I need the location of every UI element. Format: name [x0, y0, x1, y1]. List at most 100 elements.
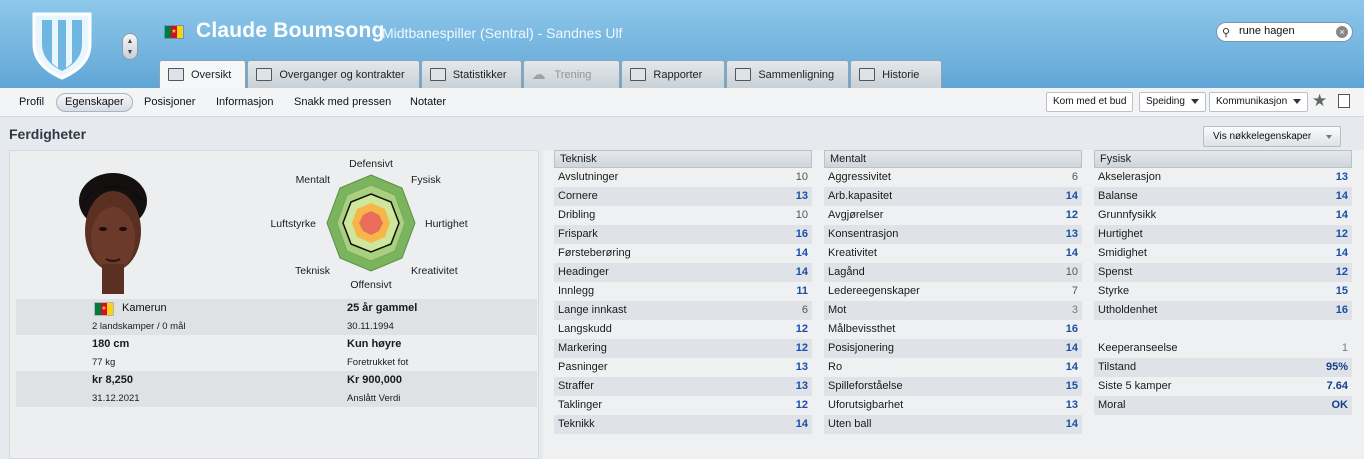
attribute-row[interactable]: Ledereegenskaper 7 [824, 282, 1082, 301]
attribute-name: Keeperanseelse [1098, 342, 1178, 354]
attribute-row[interactable]: Mot 3 [824, 301, 1082, 320]
attribute-row[interactable]: Målbevissthet 16 [824, 320, 1082, 339]
mental-attributes: Mentalt Aggressivitet 6 Arb.kapasitet 14 Avg… [824, 150, 1082, 434]
clear-search-icon[interactable]: × [1336, 26, 1348, 38]
radar-label-hurtighet: Hurtighet [425, 218, 468, 230]
header-bar: ▲ ▼ Claude Boumsong Midtbanespiller (Sen… [0, 0, 1364, 88]
attribute-row[interactable]: Frispark 16 [554, 225, 812, 244]
tab-rapporter[interactable]: Rapporter [621, 60, 726, 88]
attribute-row[interactable]: Balanse 14 [1094, 187, 1352, 206]
attribute-row[interactable]: Markering 12 [554, 339, 812, 358]
tab-overganger[interactable]: Overganger og kontrakter [247, 60, 420, 88]
attribute-name: Ledereegenskaper [828, 285, 920, 297]
subnav-egenskaper[interactable]: Egenskaper [56, 93, 133, 112]
radar-label-offensivt: Offensivt [350, 279, 391, 291]
communication-button[interactable]: Kommunikasjon [1209, 92, 1309, 112]
star-icon[interactable]: ★ [1312, 91, 1327, 111]
attribute-row[interactable]: Teknikk 14 [554, 415, 812, 434]
technical-header: Teknisk [554, 150, 812, 168]
attribute-row[interactable]: Innlegg 11 [554, 282, 812, 301]
estimated-value-label: Anslått Verdi [347, 393, 401, 404]
subnav-informasjon[interactable]: Informasjon [208, 93, 281, 112]
info-row-physical: 180 cm 77 kg Kun høyre Foretrukket fot [16, 335, 537, 371]
attribute-name: Lange innkast [558, 304, 627, 316]
attribute-value: 13 [1065, 228, 1078, 240]
subnav-profil[interactable]: Profil [11, 93, 52, 112]
radar-label-defensivt: Defensivt [349, 158, 393, 170]
attribute-value: 10 [795, 171, 808, 183]
stepper-up-icon[interactable]: ▲ [123, 37, 137, 47]
attribute-row[interactable]: Langskudd 12 [554, 320, 812, 339]
attribute-value: 12 [795, 323, 808, 335]
tab-oversikt[interactable]: Oversikt [159, 60, 247, 88]
attribute-name: Headinger [558, 266, 609, 278]
attribute-row[interactable]: Hurtighet 12 [1094, 225, 1352, 244]
attribute-row[interactable]: Spilleforståelse 15 [824, 377, 1082, 396]
attribute-row[interactable]: Smidighet 14 [1094, 244, 1352, 263]
attribute-row[interactable]: Uforutsigbarhet 13 [824, 396, 1082, 415]
radar-label-mentalt: Mentalt [296, 174, 331, 186]
attribute-row[interactable]: Grunnfysikk 14 [1094, 206, 1352, 225]
physical-header: Fysisk [1094, 150, 1352, 168]
player-stepper[interactable]: ▲ ▼ [122, 33, 138, 60]
attribute-row[interactable]: Straffer 13 [554, 377, 812, 396]
attribute-value: 12 [795, 399, 808, 411]
attribute-value: 14 [1065, 418, 1078, 430]
make-offer-button[interactable]: Kom med et bud [1046, 92, 1134, 112]
radar-label-fysisk: Fysisk [411, 174, 441, 186]
attribute-row[interactable]: Lange innkast 6 [554, 301, 812, 320]
attribute-name: Cornere [558, 190, 598, 202]
attribute-value: 6 [801, 304, 808, 316]
attribute-value: 10 [1065, 266, 1078, 278]
radar-label-kreativitet: Kreativitet [411, 265, 458, 277]
attribute-name: Dribling [558, 209, 596, 221]
attribute-row[interactable]: Pasninger 13 [554, 358, 812, 377]
attribute-name: Markering [558, 342, 607, 354]
attribute-row[interactable]: Akselerasjon 13 [1094, 168, 1352, 187]
attribute-row[interactable]: Aggressivitet 6 [824, 168, 1082, 187]
attribute-row[interactable]: Posisjonering 14 [824, 339, 1082, 358]
tab-historie[interactable]: Historie [850, 60, 943, 88]
attribute-name: Mot [828, 304, 847, 316]
attribute-name: Innlegg [558, 285, 595, 297]
attribute-row[interactable]: Førsteberøring 14 [554, 244, 812, 263]
subnav-notater[interactable]: Notater [402, 93, 454, 112]
attribute-row[interactable]: Headinger 14 [554, 263, 812, 282]
attribute-row[interactable]: Konsentrasjon 13 [824, 225, 1082, 244]
search-input[interactable] [1239, 25, 1334, 37]
tab-statistikker[interactable]: Statistikker [420, 60, 522, 88]
attribute-row[interactable]: Tilstand 95% [1094, 358, 1352, 377]
search-icon: ⚲ [1222, 27, 1231, 39]
subnav-posisjoner[interactable]: Posisjoner [136, 93, 203, 112]
attribute-row[interactable]: Cornere 13 [554, 187, 812, 206]
attribute-row[interactable]: Kreativitet 14 [824, 244, 1082, 263]
attribute-value: 15 [1335, 285, 1348, 297]
attribute-row[interactable]: Styrke 15 [1094, 282, 1352, 301]
attribute-row[interactable]: Ro 14 [824, 358, 1082, 377]
attribute-row[interactable]: Siste 5 kamper 7.64 [1094, 377, 1352, 396]
player-name: Claude Boumsong [196, 19, 385, 42]
search-box[interactable]: ⚲ × [1216, 22, 1353, 42]
stepper-down-icon[interactable]: ▼ [123, 48, 137, 58]
attribute-row[interactable]: Moral OK [1094, 396, 1352, 415]
key-attributes-dropdown[interactable]: Vis nøkkelegenskaper [1203, 126, 1341, 147]
subnav-snakk-med-pressen[interactable]: Snakk med pressen [286, 93, 399, 112]
tab-sammenligning[interactable]: Sammenligning [726, 60, 850, 88]
attribute-row[interactable]: Avgjørelser 12 [824, 206, 1082, 225]
scouting-button[interactable]: Speiding [1139, 92, 1206, 112]
attribute-row[interactable]: Arb.kapasitet 14 [824, 187, 1082, 206]
attribute-row[interactable]: Taklinger 12 [554, 396, 812, 415]
attribute-row[interactable]: Lagånd 10 [824, 263, 1082, 282]
attribute-value: 13 [1065, 399, 1078, 411]
attribute-row[interactable]: Dribling 10 [554, 206, 812, 225]
attribute-row[interactable]: Uten ball 14 [824, 415, 1082, 434]
add-note-icon[interactable] [1338, 94, 1350, 108]
attribute-row[interactable]: Avslutninger 10 [554, 168, 812, 187]
attribute-row[interactable]: Spenst 12 [1094, 263, 1352, 282]
attribute-row[interactable]: Utholdenhet 16 [1094, 301, 1352, 320]
attribute-name: Posisjonering [828, 342, 895, 354]
wage: kr 8,250 [92, 374, 133, 386]
attribute-row[interactable]: Keeperanseelse 1 [1094, 339, 1352, 358]
tab-trening[interactable]: ☁ Trening [522, 60, 621, 88]
attribute-value: 13 [1335, 171, 1348, 183]
